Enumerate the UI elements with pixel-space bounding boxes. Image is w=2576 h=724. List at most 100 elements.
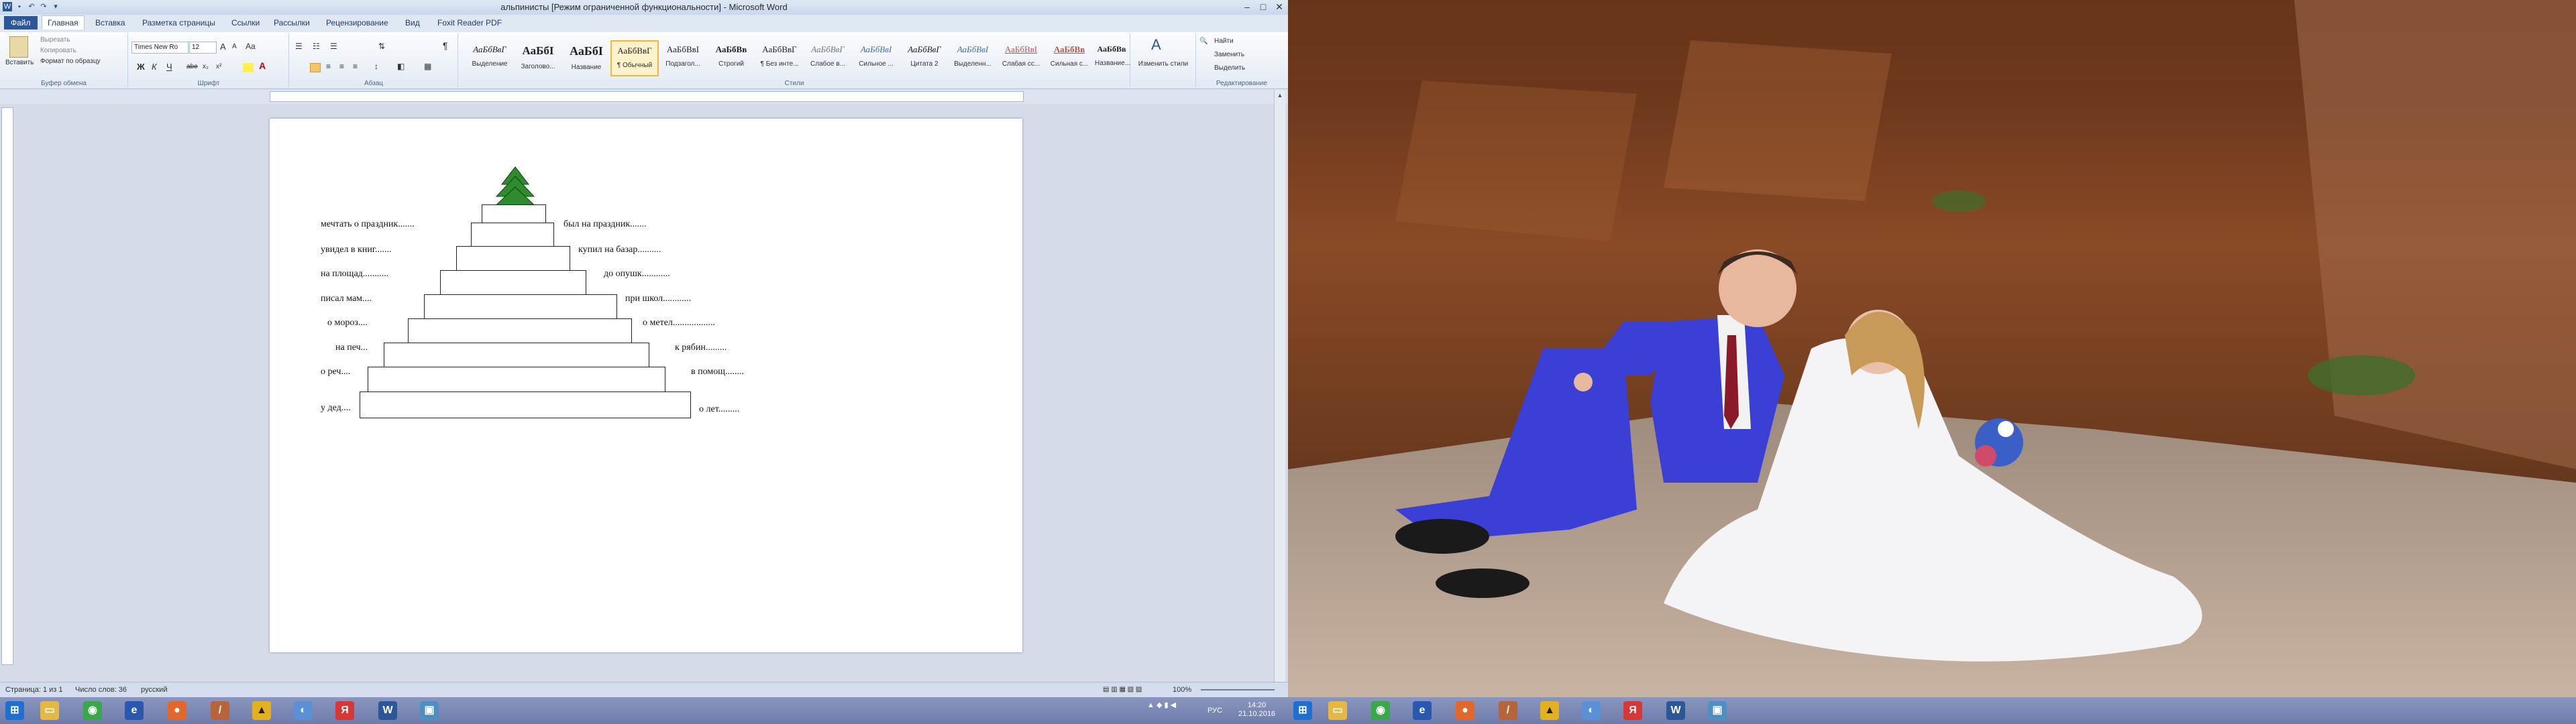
change-styles-icon[interactable]: A: [1151, 36, 1161, 54]
style-emphasis[interactable]: АаБбВвГ Выделение: [467, 40, 513, 74]
app-icon[interactable]: ▣: [1708, 701, 1727, 720]
minimize-icon[interactable]: –: [1242, 1, 1252, 13]
chrome-icon[interactable]: ◉: [83, 701, 102, 720]
firefox-icon[interactable]: ●: [168, 701, 186, 720]
close-icon[interactable]: ✕: [1275, 1, 1284, 13]
paste-button[interactable]: Вставить: [5, 59, 34, 66]
font-color-button[interactable]: A: [259, 60, 266, 71]
bold-button[interactable]: Ж: [137, 62, 145, 72]
font-name-combo[interactable]: Times New Ro: [131, 42, 189, 54]
style-quote[interactable]: АаБбВвГ Цитата 2: [902, 40, 947, 74]
vertical-scrollbar[interactable]: ▲ ▼: [1274, 90, 1285, 690]
superscript-button[interactable]: x²: [216, 63, 221, 70]
style-subtle-emphasis[interactable]: АаБбВвГ Слабое в...: [805, 40, 851, 74]
style-strong[interactable]: АаБбВв Строгий: [708, 40, 754, 74]
font-size-combo[interactable]: 12: [189, 42, 217, 54]
style-title[interactable]: АаБбІ Название: [564, 40, 609, 74]
highlight-icon[interactable]: [243, 63, 254, 72]
style-no-spacing[interactable]: АаБбВвГ ¶ Без инте...: [757, 40, 802, 74]
subscript-button[interactable]: x₂: [203, 63, 209, 70]
find-button[interactable]: Найти: [1214, 38, 1234, 45]
style-intense-quote[interactable]: АаБбВвІ Выделенн...: [950, 40, 996, 74]
tab-references[interactable]: Ссылки: [231, 18, 260, 27]
change-case-button[interactable]: Aa: [246, 42, 256, 51]
media-icon[interactable]: ◐: [294, 701, 313, 720]
sort-icon[interactable]: ⇅: [378, 42, 385, 51]
page-count[interactable]: Страница: 1 из 1: [5, 686, 63, 694]
file-explorer-icon[interactable]: ▭: [1328, 701, 1347, 720]
show-marks-button[interactable]: ¶: [443, 40, 448, 51]
style-book-title[interactable]: АаБбВв Название...: [1095, 40, 1130, 74]
strikethrough-button[interactable]: abe: [186, 63, 198, 70]
word-taskbar-icon[interactable]: W: [378, 701, 397, 720]
align-left-icon[interactable]: [310, 63, 321, 72]
copy-button[interactable]: Копировать: [40, 47, 76, 54]
select-button[interactable]: Выделить: [1214, 64, 1245, 72]
tab-insert[interactable]: Вставка: [95, 18, 125, 27]
zoom-slider[interactable]: [1201, 689, 1275, 690]
justify-icon[interactable]: ≡: [353, 62, 358, 71]
language-indicator[interactable]: русский: [141, 686, 167, 694]
tab-mailings[interactable]: Рассылки: [274, 18, 310, 27]
ie-icon[interactable]: e: [1413, 701, 1432, 720]
line-spacing-icon[interactable]: ↕: [374, 62, 378, 71]
tool-icon[interactable]: /: [1499, 701, 1517, 720]
view-buttons-icon[interactable]: ▤ ▥ ▦ ▧ ▨: [1103, 686, 1142, 693]
cut-button[interactable]: Вырезать: [40, 36, 70, 44]
format-painter-button[interactable]: Формат по образцу: [40, 58, 101, 65]
bullets-icon[interactable]: ☰: [295, 42, 303, 51]
tab-home[interactable]: Главная: [42, 15, 85, 29]
align-center-icon[interactable]: ≡: [326, 62, 331, 71]
borders-icon[interactable]: ▦: [424, 62, 431, 71]
chrome-icon[interactable]: ◉: [1371, 701, 1390, 720]
tab-file[interactable]: Файл: [4, 16, 38, 29]
firefox-icon[interactable]: ●: [1456, 701, 1474, 720]
align-right-icon[interactable]: ≡: [339, 62, 344, 71]
tab-foxit[interactable]: Foxit Reader PDF: [437, 18, 502, 27]
yandex-icon[interactable]: Я: [335, 701, 354, 720]
scroll-up-icon[interactable]: ▲: [1275, 92, 1285, 99]
vertical-ruler[interactable]: [1, 107, 13, 665]
style-intense-reference[interactable]: АаБбВв Сильная с...: [1046, 40, 1092, 74]
start-icon[interactable]: ⊞: [1293, 701, 1312, 720]
start-icon[interactable]: ⊞: [5, 701, 24, 720]
word-count[interactable]: Число слов: 36: [75, 686, 127, 694]
left-item: на площад...........: [321, 269, 389, 279]
tool-icon[interactable]: /: [211, 701, 229, 720]
grow-font-button[interactable]: A: [220, 42, 226, 52]
style-subtle-reference[interactable]: АаБбВвІ Слабая сс...: [998, 40, 1044, 74]
multilevel-list-icon[interactable]: ☰: [330, 42, 337, 51]
paste-icon[interactable]: [9, 36, 28, 58]
italic-button[interactable]: К: [152, 62, 157, 72]
style-intense-emphasis[interactable]: АаБбВвІ Сильное ...: [853, 40, 899, 74]
zoom-level[interactable]: 100%: [1173, 686, 1191, 694]
yandex-icon[interactable]: Я: [1623, 701, 1642, 720]
file-explorer-icon[interactable]: ▭: [40, 701, 59, 720]
language-indicator[interactable]: РУС: [1208, 707, 1222, 715]
ie-icon[interactable]: e: [125, 701, 144, 720]
shrink-font-button[interactable]: A: [232, 43, 237, 50]
document-page[interactable]: мечтать о праздник....... увидел в книг.…: [270, 119, 1022, 652]
tab-page-layout[interactable]: Разметка страницы: [142, 18, 215, 27]
horizontal-ruler[interactable]: [270, 91, 1024, 102]
numbering-icon[interactable]: ☷: [313, 42, 320, 51]
replace-button[interactable]: Заменить: [1214, 51, 1244, 58]
clock[interactable]: 14:20 21.10.2016: [1238, 701, 1275, 719]
shading-icon[interactable]: ◧: [397, 62, 405, 71]
style-normal[interactable]: АаБбВвГ ¶ Обычный: [610, 40, 659, 76]
avast-icon[interactable]: ▲: [1540, 701, 1559, 720]
app-icon[interactable]: ▣: [420, 701, 439, 720]
tab-view[interactable]: Вид: [405, 18, 420, 27]
maximize-icon[interactable]: □: [1258, 1, 1268, 13]
find-icon[interactable]: 🔍: [1199, 38, 1208, 45]
tray-icons[interactable]: ▲ ◆ ▮ ◀: [1147, 701, 1176, 710]
media-icon[interactable]: ◐: [1582, 701, 1601, 720]
avast-icon[interactable]: ▲: [252, 701, 271, 720]
style-subtitle[interactable]: АаБбВвІ Подзагол...: [660, 40, 706, 74]
tab-review[interactable]: Рецензирование: [326, 18, 388, 27]
word-taskbar-icon[interactable]: W: [1666, 701, 1685, 720]
clock-date: 21.10.2016: [1238, 710, 1276, 718]
style-heading[interactable]: АаБбІ Заголово...: [515, 40, 561, 74]
change-styles-button[interactable]: Изменить стили: [1138, 60, 1189, 68]
underline-button[interactable]: Ч: [166, 62, 172, 72]
